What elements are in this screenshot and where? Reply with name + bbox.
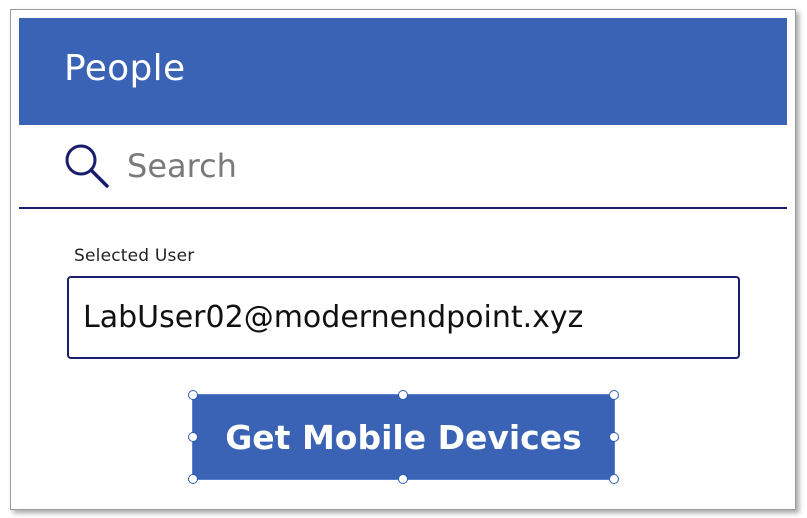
resize-handle-top-right[interactable]	[609, 390, 619, 400]
app-window: People Selected User Get Mobile Devices	[10, 9, 796, 510]
app-canvas: People Selected User Get Mobile Devices	[19, 18, 787, 509]
header-bar: People	[19, 18, 787, 125]
resize-handle-bottom-center[interactable]	[398, 474, 408, 484]
resize-handle-bottom-left[interactable]	[188, 474, 198, 484]
resize-handle-top-left[interactable]	[188, 390, 198, 400]
page-title: People	[64, 48, 186, 89]
selected-user-label: Selected User	[74, 246, 195, 266]
search-bar	[19, 125, 787, 209]
resize-handle-middle-left[interactable]	[188, 432, 198, 442]
selected-user-field[interactable]	[67, 276, 740, 359]
button-selection-frame: Get Mobile Devices	[188, 390, 619, 484]
search-icon[interactable]	[63, 142, 111, 190]
resize-handle-middle-right[interactable]	[609, 432, 619, 442]
search-input[interactable]	[119, 143, 767, 189]
get-mobile-devices-button[interactable]: Get Mobile Devices	[192, 394, 615, 480]
resize-handle-top-center[interactable]	[398, 390, 408, 400]
resize-handle-bottom-right[interactable]	[609, 474, 619, 484]
